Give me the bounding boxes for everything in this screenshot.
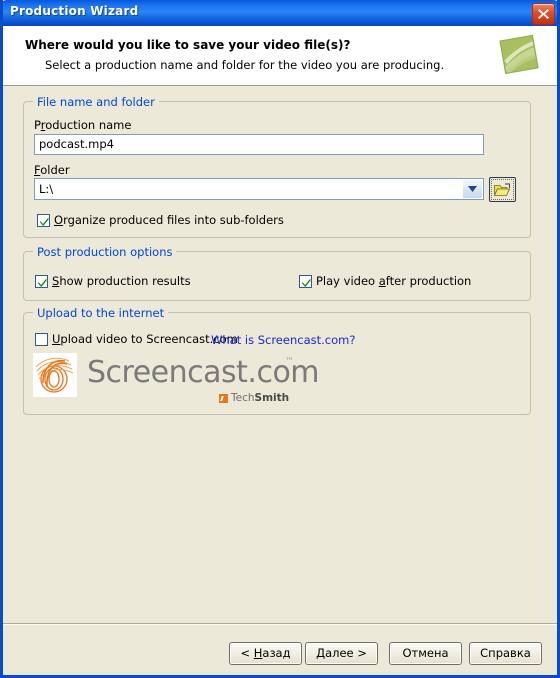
footer-separator bbox=[3, 623, 557, 625]
folder-dropdown-button[interactable] bbox=[462, 179, 483, 199]
open-folder-icon bbox=[494, 183, 511, 196]
checkbox-box bbox=[37, 213, 50, 227]
checkbox-box bbox=[35, 332, 48, 346]
production-name-input[interactable]: podcast.mp4 bbox=[34, 134, 484, 155]
production-wizard-dialog: Production Wizard Where would you like t… bbox=[0, 0, 560, 678]
check-icon bbox=[40, 217, 49, 226]
show-production-results-checkbox[interactable]: Show production results bbox=[35, 274, 191, 288]
screencast-brand-logo: Screencast.com ™ Tech Smith bbox=[33, 353, 333, 405]
techsmith-mark-icon bbox=[219, 393, 228, 403]
folder-label: Folder bbox=[34, 163, 70, 177]
techsmith-text-bold: Smith bbox=[254, 392, 290, 404]
page-title: Where would you like to save your video … bbox=[25, 38, 351, 52]
folder-input[interactable]: L:\ bbox=[34, 178, 484, 200]
screencast-swirl-icon bbox=[33, 353, 77, 397]
help-button[interactable]: Справка bbox=[469, 642, 542, 665]
techsmith-text-light: Tech bbox=[231, 392, 255, 404]
next-button[interactable]: Далее > bbox=[305, 642, 378, 665]
organize-subfolders-label: Organize produced files into sub-folders bbox=[54, 213, 284, 227]
cancel-button[interactable]: Отмена bbox=[389, 642, 462, 665]
upload-to-screencast-checkbox[interactable]: Upload video to Screencast.com bbox=[35, 332, 238, 346]
organize-subfolders-checkbox[interactable]: Organize produced files into sub-folders bbox=[37, 213, 284, 227]
chevron-down-icon bbox=[468, 186, 477, 192]
title-bar: Production Wizard bbox=[3, 0, 557, 26]
group-legend-file: File name and folder bbox=[33, 95, 159, 109]
close-button[interactable] bbox=[532, 3, 555, 25]
check-icon bbox=[38, 278, 47, 287]
back-button[interactable]: < Назад bbox=[229, 642, 302, 665]
wizard-header: Where would you like to save your video … bbox=[3, 26, 557, 86]
play-video-after-production-label: Play video after production bbox=[316, 274, 472, 288]
close-icon bbox=[538, 9, 549, 19]
checkbox-box bbox=[35, 274, 48, 288]
checkbox-box bbox=[299, 274, 312, 288]
production-name-label: Production name bbox=[34, 118, 132, 132]
check-icon bbox=[302, 278, 311, 287]
play-video-after-production-checkbox[interactable]: Play video after production bbox=[299, 274, 471, 288]
video-file-icon bbox=[499, 34, 539, 75]
screencast-trademark: ™ bbox=[285, 357, 294, 367]
upload-to-screencast-label: Upload video to Screencast.com bbox=[52, 332, 238, 346]
browse-folder-button[interactable] bbox=[489, 177, 516, 202]
window-title: Production Wizard bbox=[10, 4, 139, 18]
what-is-screencast-link[interactable]: What is Screencast.com? bbox=[211, 333, 355, 347]
group-legend-post-production: Post production options bbox=[33, 245, 177, 259]
page-subtitle: Select a production name and folder for … bbox=[45, 58, 445, 72]
techsmith-logo: Tech Smith bbox=[219, 392, 289, 404]
show-production-results-label: Show production results bbox=[52, 274, 191, 288]
group-legend-upload: Upload to the internet bbox=[33, 306, 169, 320]
browse-focus-rect bbox=[491, 179, 514, 200]
